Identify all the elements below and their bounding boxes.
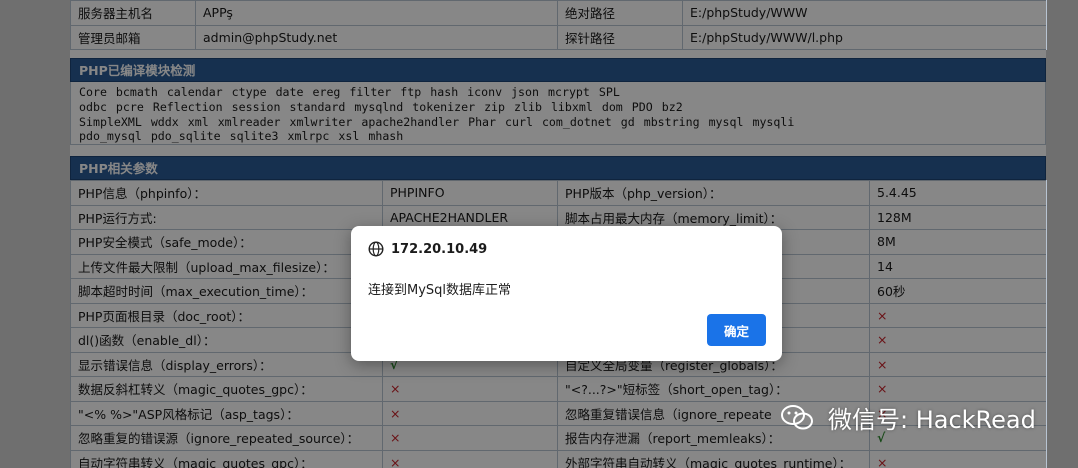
ok-button[interactable]: 确定 (707, 314, 766, 346)
watermark-text: 微信号: HackRead (828, 406, 1036, 434)
dialog-header: 172.20.10.49 (368, 241, 487, 257)
wechat-watermark: 微信号: HackRead (780, 400, 1036, 435)
dialog-message: 连接到MySql数据库正常 (368, 283, 512, 298)
globe-icon (368, 241, 384, 257)
dialog-host: 172.20.10.49 (391, 241, 488, 257)
alert-dialog: 172.20.10.49 连接到MySql数据库正常 确定 (351, 226, 782, 361)
wechat-icon (781, 404, 813, 429)
